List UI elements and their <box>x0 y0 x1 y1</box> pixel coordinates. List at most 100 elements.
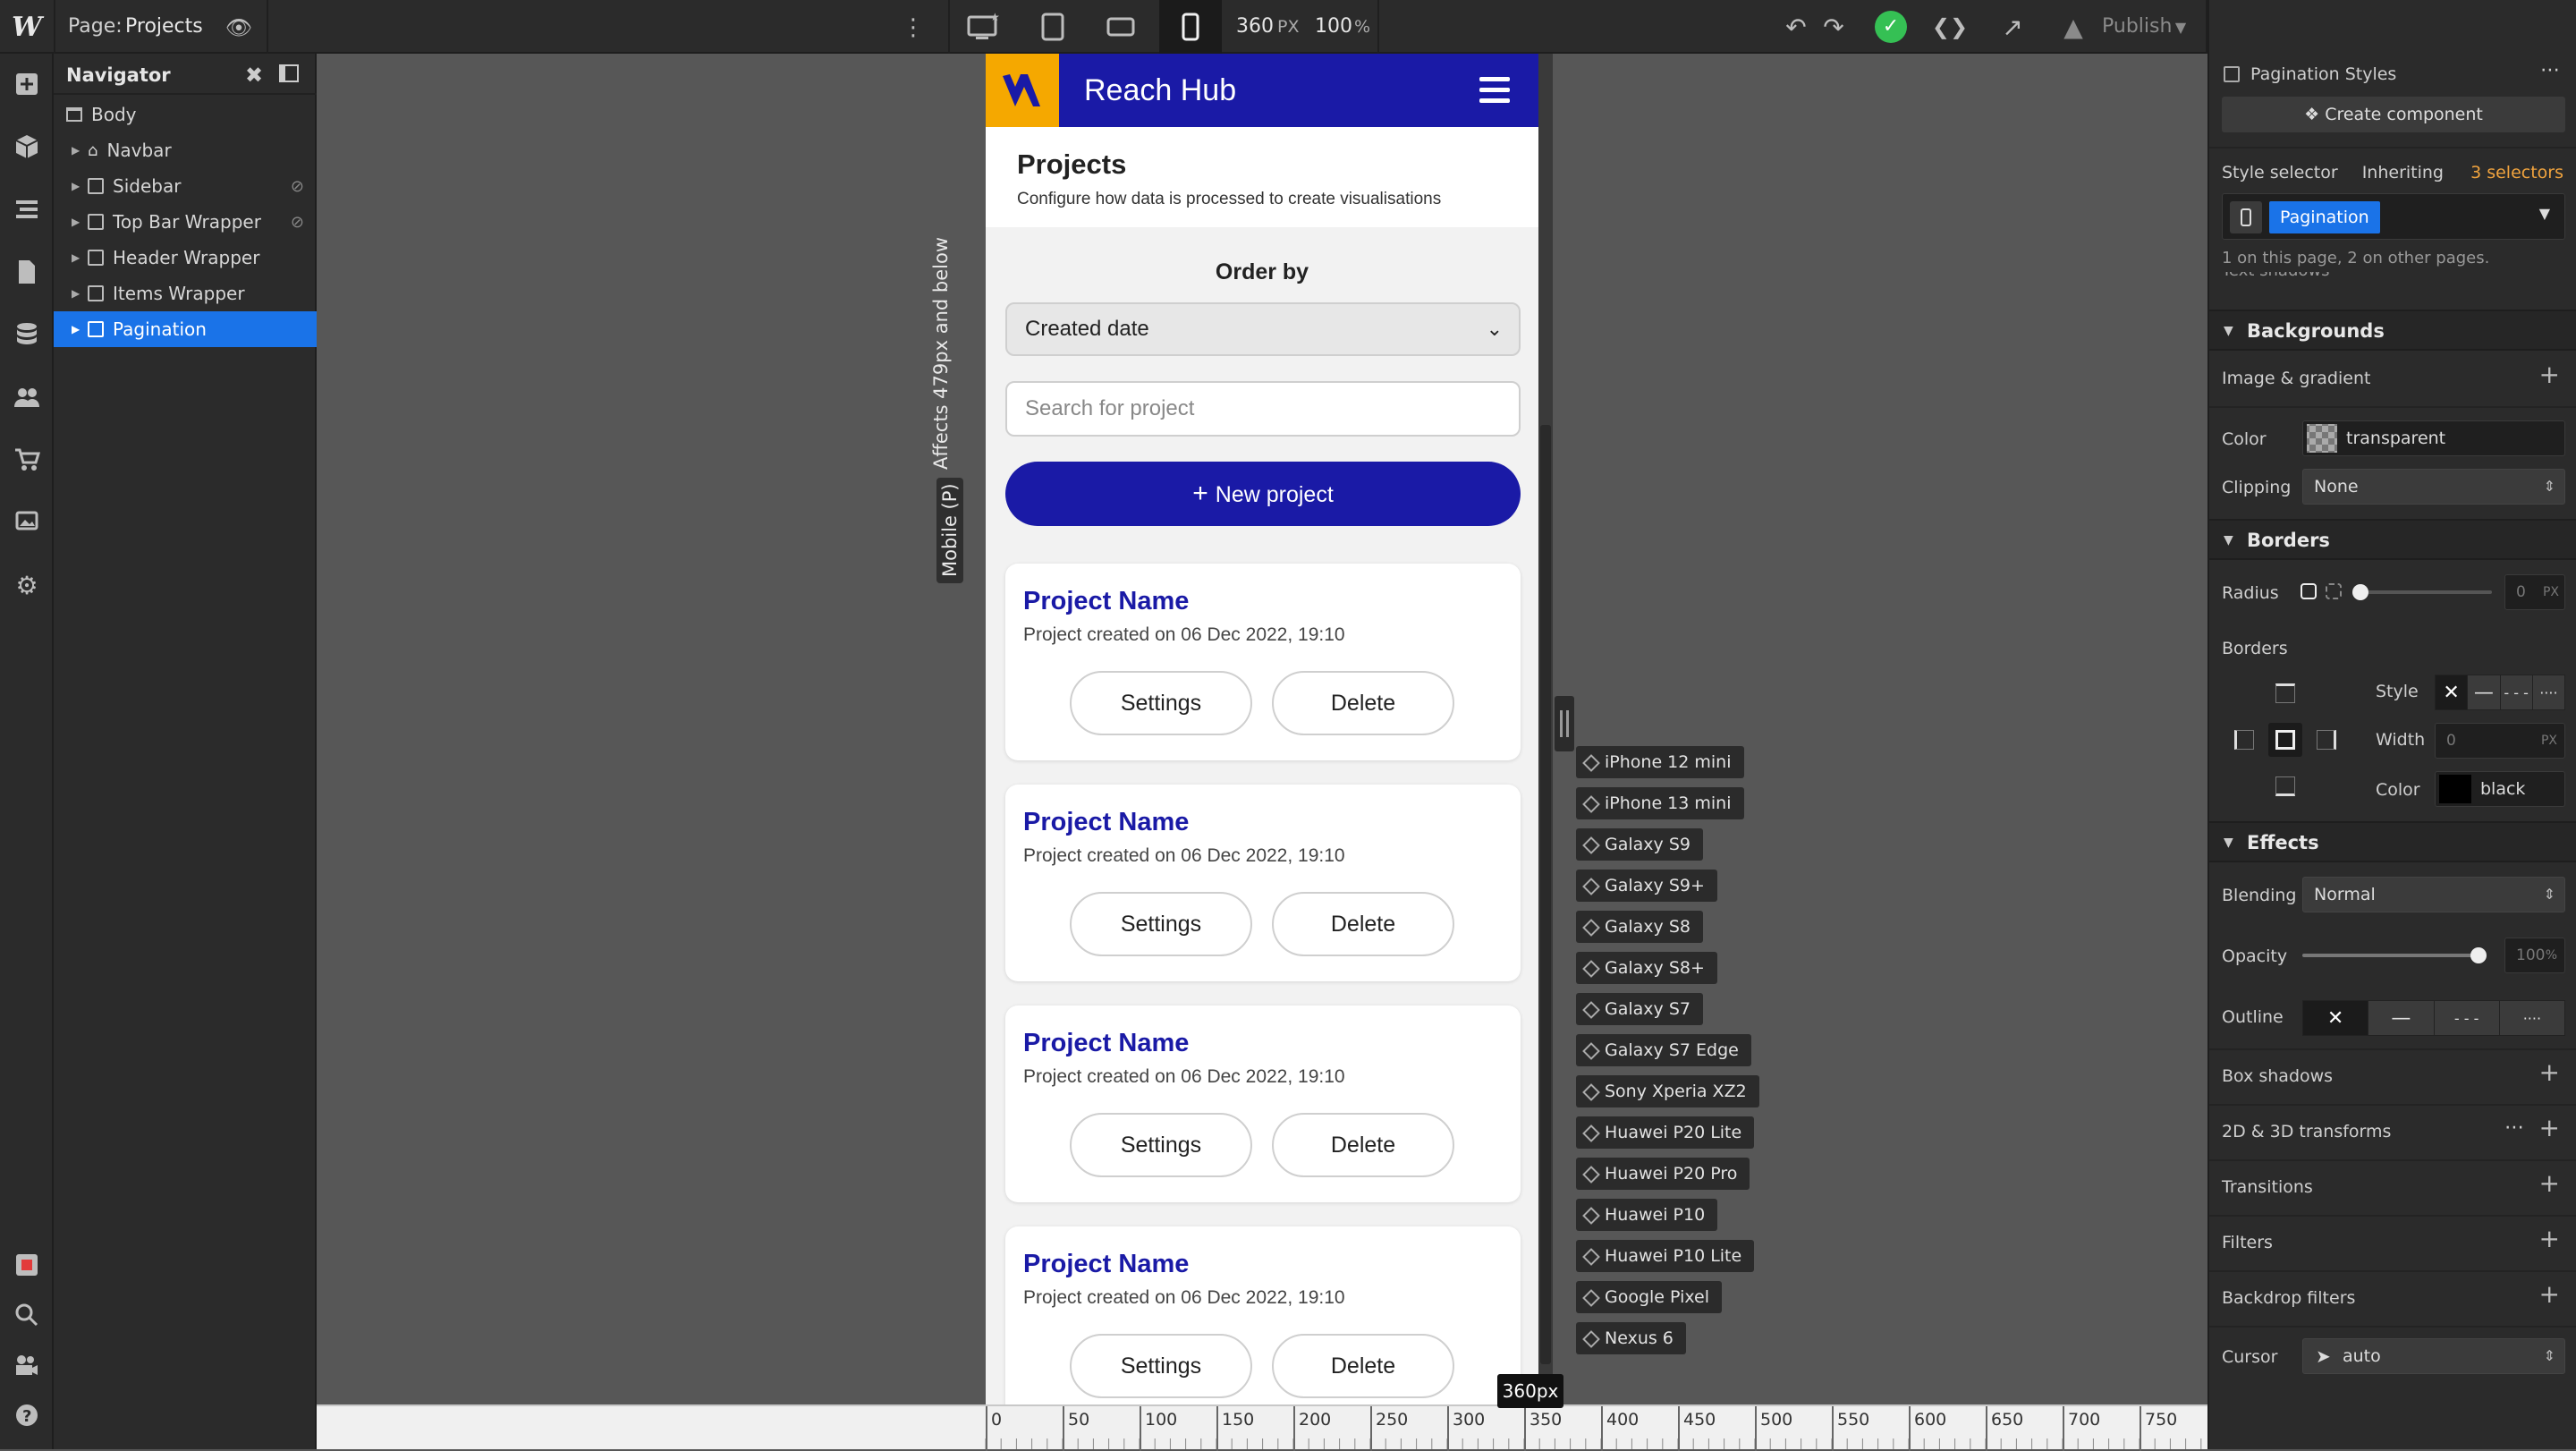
border-all-icon[interactable] <box>2268 723 2302 757</box>
radius-slider[interactable] <box>2352 584 2492 600</box>
video-icon[interactable] <box>9 1347 45 1383</box>
style-dotted-icon[interactable]: ···· <box>2533 675 2564 709</box>
add-box-shadow-plus-icon[interactable]: + <box>2539 1057 2560 1087</box>
device-preset[interactable]: Huawei P10 Lite <box>1576 1240 1755 1272</box>
tree-item-navbar[interactable]: ▶ ⌂ Navbar <box>54 132 317 168</box>
outline-segmented[interactable]: ✕ — - - - ···· <box>2302 1000 2565 1036</box>
settings-button[interactable]: Settings <box>1070 1113 1252 1177</box>
dock-panel-icon[interactable] <box>279 64 299 82</box>
style-none-icon[interactable]: ✕ <box>2436 675 2469 709</box>
device-preset[interactable]: iPhone 13 mini <box>1576 787 1744 819</box>
transparent-swatch[interactable] <box>2307 424 2337 453</box>
page-name-selector[interactable]: Projects <box>125 0 203 54</box>
hamburger-menu-icon[interactable] <box>1479 77 1510 104</box>
border-color-field[interactable]: black <box>2435 771 2565 807</box>
cube-icon[interactable] <box>9 129 45 165</box>
device-preset[interactable]: iPhone 12 mini <box>1576 746 1744 778</box>
tree-item-items-wrapper[interactable]: ▶ Items Wrapper <box>54 276 317 311</box>
record-icon[interactable] <box>9 1247 45 1283</box>
more-vertical-icon[interactable]: ⋮ <box>900 13 927 43</box>
effects-section-header[interactable]: ▼ Effects <box>2209 821 2576 862</box>
width-ruler[interactable]: 0 50 100 150 200 250 300 350 400 450 500 550 600 650 7… <box>317 1404 2207 1451</box>
create-component-button[interactable]: ❖ Create component <box>2222 97 2565 132</box>
preview-eye-icon[interactable]: 👁 <box>224 13 254 43</box>
project-name[interactable]: Project Name <box>1023 587 1189 616</box>
style-solid-icon[interactable]: — <box>2468 675 2501 709</box>
border-left-icon[interactable] <box>2234 730 2254 750</box>
add-filter-plus-icon[interactable]: + <box>2539 1224 2560 1253</box>
brand-logo[interactable] <box>986 54 1059 127</box>
page-icon[interactable] <box>9 254 45 290</box>
more-horizontal-icon[interactable]: ⋯ <box>2540 59 2560 81</box>
gear-icon[interactable]: ⚙ <box>9 567 45 603</box>
clipping-select[interactable]: None ⇕ <box>2302 469 2565 505</box>
webflow-logo-icon[interactable]: W <box>9 9 45 45</box>
tablet-breakpoint-icon[interactable] <box>1032 9 1073 45</box>
device-preset[interactable]: Galaxy S9 <box>1576 828 1703 861</box>
device-preset[interactable]: Google Pixel <box>1576 1281 1722 1313</box>
publish-rocket-icon[interactable]: ▲ <box>2055 11 2091 43</box>
device-preset[interactable]: Galaxy S8+ <box>1576 952 1717 984</box>
caret-right-icon[interactable]: ▶ <box>72 287 80 300</box>
tree-item-body[interactable]: Body <box>54 97 317 132</box>
slider-thumb[interactable] <box>2352 584 2368 600</box>
desktop-star-breakpoint-icon[interactable]: ★ <box>962 9 1004 45</box>
component-checkbox[interactable] <box>2224 66 2240 82</box>
outline-dotted-icon[interactable]: ···· <box>2500 1001 2564 1035</box>
device-preset[interactable]: Huawei P10 <box>1576 1199 1718 1231</box>
device-preset[interactable]: Huawei P20 Lite <box>1576 1116 1755 1149</box>
list-icon[interactable] <box>9 191 45 227</box>
settings-button[interactable]: Settings <box>1070 671 1252 735</box>
device-preset[interactable]: Nexus 6 <box>1576 1322 1686 1354</box>
add-transform-plus-icon[interactable]: + <box>2539 1113 2560 1142</box>
project-name[interactable]: Project Name <box>1023 1029 1189 1058</box>
publish-button[interactable]: Publish <box>2102 0 2172 54</box>
hidden-eye-icon[interactable]: ⊘ <box>291 177 304 196</box>
tree-item-pagination[interactable]: ▶ Pagination <box>54 311 317 347</box>
search-icon[interactable] <box>9 1297 45 1333</box>
code-icon[interactable]: ❮❯ <box>1932 11 1968 43</box>
mobile-portrait-breakpoint-button[interactable] <box>1159 0 1222 54</box>
zoom-value[interactable]: 100 <box>1315 0 1352 54</box>
canvas-width-value[interactable]: 360 <box>1236 0 1274 54</box>
image-icon[interactable] <box>9 505 45 540</box>
chevron-down-icon[interactable]: ▼ <box>2539 205 2550 222</box>
new-project-button[interactable]: + New project <box>1005 462 1521 526</box>
tree-item-header-wrapper[interactable]: ▶ Header Wrapper <box>54 240 317 276</box>
device-preset[interactable]: Galaxy S9+ <box>1576 870 1717 902</box>
blending-select[interactable]: Normal ⇕ <box>2302 877 2565 912</box>
cart-icon[interactable] <box>9 442 45 478</box>
caret-right-icon[interactable]: ▶ <box>72 251 80 264</box>
redo-icon[interactable]: ↷ <box>1818 11 1850 43</box>
tree-item-top-bar-wrapper[interactable]: ▶ Top Bar Wrapper ⊘ <box>54 204 317 240</box>
settings-button[interactable]: Settings <box>1070 892 1252 956</box>
database-icon[interactable] <box>9 317 45 352</box>
mobile-landscape-breakpoint-icon[interactable] <box>1100 9 1141 45</box>
outline-dashed-icon[interactable]: - - - <box>2435 1001 2500 1035</box>
delete-button[interactable]: Delete <box>1272 671 1454 735</box>
canvas-resize-handle[interactable] <box>1555 696 1574 751</box>
outline-solid-icon[interactable]: — <box>2368 1001 2435 1035</box>
caret-right-icon[interactable]: ▶ <box>72 323 80 335</box>
border-width-input[interactable]: 0 PX <box>2435 723 2565 759</box>
users-icon[interactable] <box>9 379 45 415</box>
caret-right-icon[interactable]: ▶ <box>72 180 80 192</box>
selector-tag[interactable]: Pagination <box>2269 201 2380 233</box>
caret-right-icon[interactable]: ▶ <box>72 216 80 228</box>
black-swatch[interactable] <box>2439 775 2471 803</box>
device-preset[interactable]: Galaxy S7 Edge <box>1576 1034 1751 1066</box>
device-preset[interactable]: Galaxy S7 <box>1576 993 1703 1025</box>
device-preset[interactable]: Galaxy S8 <box>1576 911 1703 943</box>
help-icon[interactable]: ? <box>9 1397 45 1433</box>
opacity-slider[interactable] <box>2302 947 2487 963</box>
selector-field[interactable]: Pagination ▼ <box>2222 193 2565 240</box>
order-by-select[interactable]: Created date ⌄ <box>1005 302 1521 356</box>
delete-button[interactable]: Delete <box>1272 1334 1454 1398</box>
style-dashed-icon[interactable]: - - - <box>2501 675 2533 709</box>
search-input[interactable]: Search for project <box>1005 381 1521 437</box>
backgrounds-section-header[interactable]: ▼ Backgrounds <box>2209 310 2576 351</box>
hidden-eye-icon[interactable]: ⊘ <box>291 213 304 232</box>
radius-individual-corners-icon[interactable] <box>2326 583 2342 599</box>
device-preset[interactable]: Sony Xperia XZ2 <box>1576 1075 1759 1107</box>
radius-input[interactable]: 0 PX <box>2504 574 2565 610</box>
